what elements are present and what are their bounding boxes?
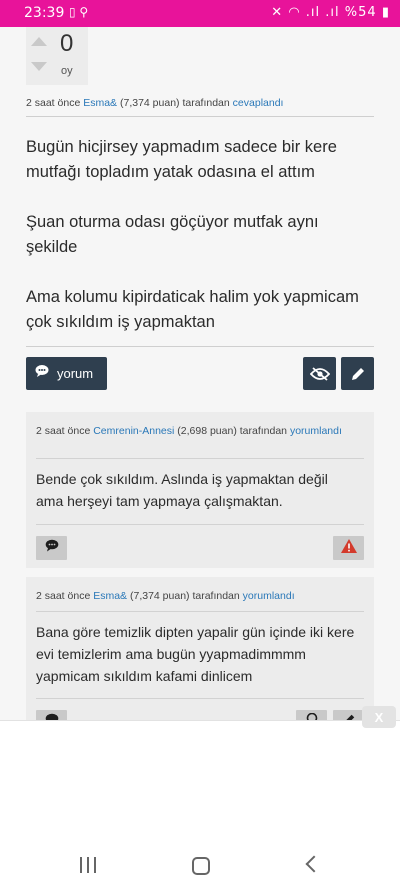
mute-icon: ✕ [271,5,284,20]
comment-action-link[interactable]: yorumlandı [243,590,295,602]
divider [36,698,364,699]
vote-count: 0 [60,30,74,57]
answer-time: 2 saat önce [26,97,81,109]
best-answer-button[interactable] [296,710,327,720]
divider [26,346,374,347]
status-time: 23:39 [24,5,65,21]
notification-icons: ▯ ⚲ [69,5,89,19]
status-bar: 23:39 ▯ ⚲ ✕ ◠ .ıl .ıl %54 ▮ [0,0,400,27]
comment-time: 2 saat önce [36,425,91,437]
back-icon[interactable] [305,855,323,873]
hide-button[interactable] [303,357,336,390]
answer-paragraph: Ama kolumu kipirdaticak halim yok yapmic… [26,288,359,331]
signal-icon: .ıl .ıl [305,5,340,20]
edit-button[interactable] [333,710,364,720]
battery-text: %54 [344,5,377,20]
answer-by: tarafından [182,97,230,109]
answer-action-link[interactable]: cevaplandı [233,97,284,109]
divider [36,458,364,459]
comment-card: 2 saat önce Esma& (7,374 puan) tarafında… [26,577,374,720]
upvote-arrow-icon[interactable] [31,37,47,46]
divider [36,524,364,525]
comment-action-link[interactable]: yorumlandı [290,425,342,437]
edit-icon [342,713,356,720]
reply-button[interactable] [36,710,67,720]
vote-label: oy [61,65,73,77]
reply-button[interactable] [36,536,67,560]
battery-icon: ▮ [381,5,390,20]
edit-icon [341,357,374,390]
system-icons: ✕ ◠ .ıl .ıl %54 ▮ [271,5,390,20]
answer-body: Bugün hicjirsey yapmadım sadece bir kere… [26,135,371,360]
ad-banner: X [0,706,400,841]
comment-by: tarafından [192,590,240,602]
comment-points: (2,698 puan) [177,425,237,437]
divider [36,611,364,612]
vote-box: 0 oy [26,27,88,85]
comment-icon [35,364,49,381]
answer-points: (7,374 puan) [119,97,180,109]
comment-time: 2 saat önce [36,590,91,602]
comment-user-link[interactable]: Esma& [93,590,127,602]
close-icon: X [374,709,384,725]
recent-apps-icon[interactable] [80,857,96,873]
answer-user-link[interactable]: Esma& [83,97,117,109]
comment-by: tarafından [239,425,288,437]
comment-meta: 2 saat önce Cemrenin-Annesi (2,698 puan)… [36,422,356,440]
flag-icon [340,538,357,558]
comment-text: Bende çok sıkıldım. Aslında iş yapmaktan… [36,471,328,509]
comment-meta: 2 saat önce Esma& (7,374 puan) tarafında… [36,587,356,605]
comment-user-link[interactable]: Cemrenin-Annesi [93,425,174,437]
comment-points: (7,374 puan) [129,590,190,602]
answer-paragraph: Bugün hicjirsey yapmadım sadece bir kere… [26,138,337,181]
lightbulb-icon [306,712,318,720]
divider [26,116,374,117]
comment-button-label: yorum [57,366,94,381]
comment-card: 2 saat önce Cemrenin-Annesi (2,698 puan)… [26,412,374,568]
comment-text: Bana göre temizlik dipten yapalir gün iç… [36,624,355,684]
comment-button[interactable]: yorum [26,357,107,390]
home-icon[interactable] [192,857,210,875]
report-button[interactable] [333,536,364,560]
comment-icon [45,539,59,557]
page-content: 0 oy 2 saat önce Esma& (7,374 puan) tara… [0,27,400,720]
downvote-arrow-icon[interactable] [31,62,47,71]
comment-icon [45,713,59,720]
edit-button[interactable] [341,357,374,390]
ad-close-button[interactable]: X [362,706,396,728]
answer-meta: 2 saat önce Esma& (7,374 puan) tarafında… [26,97,374,109]
navigation-bar [0,840,400,891]
hide-icon [303,357,336,390]
wifi-icon: ◠ [288,5,301,20]
answer-paragraph: Şuan oturma odası göçüyor mutfak aynı şe… [26,213,319,256]
